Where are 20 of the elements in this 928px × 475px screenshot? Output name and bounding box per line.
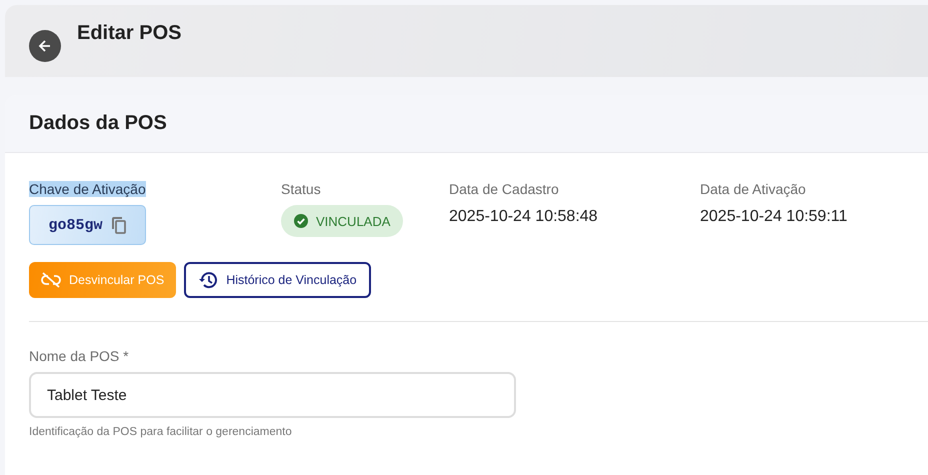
field-label: Status xyxy=(281,181,321,197)
copy-icon[interactable] xyxy=(110,216,126,234)
helper-text: Identificação da POS para facilitar o gerenciamento xyxy=(29,426,293,438)
back-arrow-icon xyxy=(38,39,52,53)
status-badge: VINCULADA xyxy=(281,205,404,237)
pos-name-field[interactable]: Tablet Teste xyxy=(29,372,516,418)
date-value: 2025-10-24 10:58:48 xyxy=(449,208,598,226)
field-label: Chave de Ativação xyxy=(29,181,146,197)
field-label: Nome da POS * xyxy=(29,348,130,364)
date-value: 2025-10-24 10:59:11 xyxy=(700,208,848,226)
card-title: Dados da POS xyxy=(29,112,167,135)
check-circle-icon xyxy=(294,214,308,228)
field-label: Data de Ativação xyxy=(700,181,806,197)
history-button[interactable]: Histórico de Vinculação xyxy=(184,262,371,298)
field-label: Data de Cadastro xyxy=(449,181,559,197)
activation-key: go85gw xyxy=(48,216,102,234)
page-title: Editar POS xyxy=(77,22,182,45)
unlink-icon xyxy=(41,272,61,288)
history-icon xyxy=(198,271,218,289)
back-button[interactable] xyxy=(29,30,61,62)
